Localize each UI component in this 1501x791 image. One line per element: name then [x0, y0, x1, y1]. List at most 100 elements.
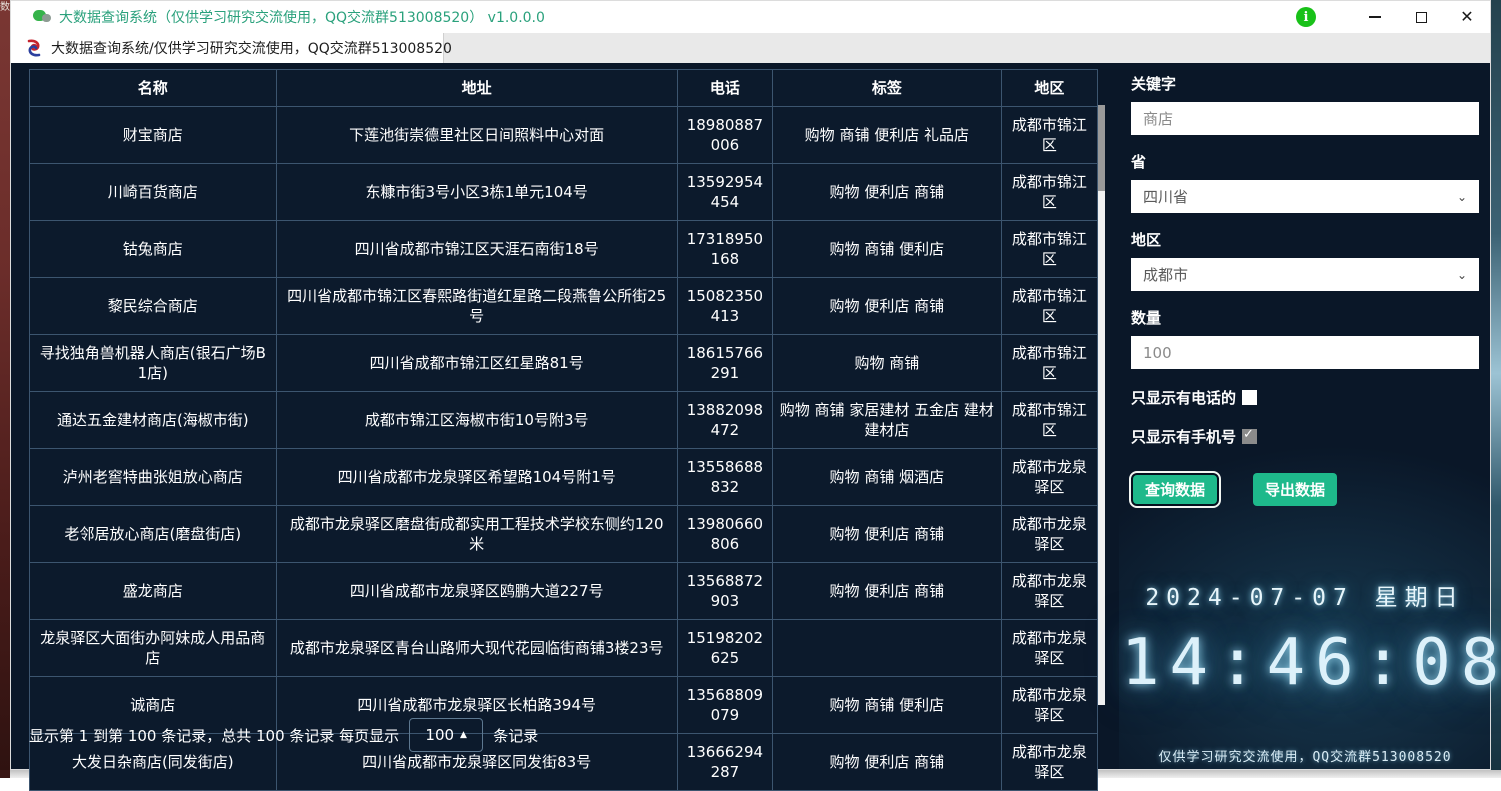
table-cell: 盛龙商店 — [30, 563, 277, 620]
window-title: 大数据查询系统（仅供学习研究交流使用，QQ交流群513008520） v1.0.… — [59, 7, 545, 27]
query-data-button[interactable]: 查询数据 — [1131, 473, 1219, 506]
table-cell: 黎民综合商店 — [30, 278, 277, 335]
table-cell: 18615766291 — [677, 335, 772, 392]
phone-only-label: 只显示有电话的 — [1131, 387, 1236, 408]
table-cell: 购物 便利店 商铺 — [773, 164, 1002, 221]
pagination-unit: 条记录 — [493, 725, 538, 746]
titlebar: 大数据查询系统（仅供学习研究交流使用，QQ交流群513008520） v1.0.… — [11, 1, 1490, 33]
table-cell: 成都市龙泉驿区 — [1001, 506, 1097, 563]
minimize-icon — [1369, 16, 1381, 18]
table-cell: 成都市龙泉驿区 — [1001, 563, 1097, 620]
table-cell: 四川省成都市锦江区天涯石南街18号 — [276, 221, 677, 278]
table-cell: 四川省成都市龙泉驿区鸥鹏大道227号 — [276, 563, 677, 620]
table-row[interactable]: 黎民综合商店四川省成都市锦江区春熙路街道红星路二段燕鲁公所街25号1508235… — [30, 278, 1098, 335]
desktop-icon-label-fragment: 数 — [0, 2, 10, 13]
table-cell: 购物 商铺 便利店 — [773, 677, 1002, 734]
column-header: 地区 — [1001, 70, 1097, 107]
close-button[interactable]: ✕ — [1444, 2, 1490, 32]
table-cell: 四川省成都市锦江区春熙路街道红星路二段燕鲁公所街25号 — [276, 278, 677, 335]
maximize-button[interactable] — [1398, 2, 1444, 32]
desktop-wallpaper-left: 数 — [0, 0, 10, 778]
phone-only-row: 只显示有电话的 — [1131, 387, 1479, 408]
tab-main[interactable]: 大数据查询系统/仅供学习研究交流使用，QQ交流群513008520 — [11, 33, 444, 63]
table-cell: 购物 商铺 便利店 — [773, 221, 1002, 278]
column-header: 标签 — [773, 70, 1002, 107]
app-window: 大数据查询系统（仅供学习研究交流使用，QQ交流群513008520） v1.0.… — [10, 0, 1491, 770]
table-cell: 17318950168 — [677, 221, 772, 278]
table-row[interactable]: 川崎百货商店东糠市街3号小区3栋1单元104号13592954454购物 便利店… — [30, 164, 1098, 221]
table-row[interactable]: 泸州老窖特曲张姐放心商店四川省成都市龙泉驿区希望路104号附1号13558688… — [30, 449, 1098, 506]
table-cell: 成都市龙泉驿区磨盘街成都实用工程技术学校东侧约120米 — [276, 506, 677, 563]
table-cell: 15082350413 — [677, 278, 772, 335]
table-row[interactable]: 龙泉驿区大面街办阿妹成人用品商店成都市龙泉驿区青台山路师大现代花园临街商铺3楼2… — [30, 620, 1098, 677]
table-cell — [773, 620, 1002, 677]
page-size-value: 100 — [425, 726, 454, 744]
table-cell: 购物 商铺 便利店 礼品店 — [773, 107, 1002, 164]
table-cell: 购物 便利店 商铺 — [773, 734, 1002, 791]
table-cell: 成都市龙泉驿区 — [1001, 449, 1097, 506]
desktop-wallpaper-bottom-left — [0, 770, 10, 778]
table-cell: 四川省成都市龙泉驿区希望路104号附1号 — [276, 449, 677, 506]
table-cell: 13666294287 — [677, 734, 772, 791]
mobile-only-checkbox[interactable] — [1242, 429, 1257, 444]
table-cell: 成都市龙泉驿区 — [1001, 677, 1097, 734]
chevron-down-icon: ⌄ — [1457, 268, 1467, 282]
column-header: 名称 — [30, 70, 277, 107]
search-sidebar: 关键字 省 四川省 ⌄ 地区 成都市 ⌄ 数量 只显示有电 — [1119, 63, 1490, 769]
table-cell: 购物 便利店 商铺 — [773, 506, 1002, 563]
table-cell: 13568872903 — [677, 563, 772, 620]
table-cell: 成都市锦江区 — [1001, 107, 1097, 164]
quantity-label: 数量 — [1131, 307, 1479, 328]
keyword-label: 关键字 — [1131, 73, 1479, 94]
close-icon: ✕ — [1460, 9, 1473, 25]
table-cell: 13558688832 — [677, 449, 772, 506]
table-row[interactable]: 盛龙商店四川省成都市龙泉驿区鸥鹏大道227号13568872903购物 便利店 … — [30, 563, 1098, 620]
info-icon[interactable]: i — [1296, 7, 1316, 27]
table-cell: 购物 便利店 商铺 — [773, 563, 1002, 620]
tab-label: 大数据查询系统/仅供学习研究交流使用，QQ交流群513008520 — [51, 38, 452, 58]
mobile-only-row: 只显示有手机号 — [1131, 426, 1479, 447]
table-cell: 龙泉驿区大面街办阿妹成人用品商店 — [30, 620, 277, 677]
export-data-button[interactable]: 导出数据 — [1253, 473, 1337, 506]
maximize-icon — [1416, 12, 1427, 23]
province-select[interactable]: 四川省 ⌄ — [1131, 180, 1479, 213]
table-cell: 成都市锦江区 — [1001, 164, 1097, 221]
minimize-button[interactable] — [1352, 2, 1398, 32]
table-row[interactable]: 通达五金建材商店(海椒市街)成都市锦江区海椒市街10号附3号1388209847… — [30, 392, 1098, 449]
region-select[interactable]: 成都市 ⌄ — [1131, 258, 1479, 291]
region-value: 成都市 — [1143, 264, 1188, 285]
tab-bar: 大数据查询系统/仅供学习研究交流使用，QQ交流群513008520 — [11, 33, 1490, 63]
page-size-select[interactable]: 100 ▲ — [409, 718, 483, 752]
table-cell: 下莲池街崇德里社区日间照料中心对面 — [276, 107, 677, 164]
table-row[interactable]: 财宝商店下莲池街崇德里社区日间照料中心对面18980887006购物 商铺 便利… — [30, 107, 1098, 164]
table-row[interactable]: 老邻居放心商店(磨盘街店)成都市龙泉驿区磨盘街成都实用工程技术学校东侧约120米… — [30, 506, 1098, 563]
pagination-summary: 显示第 1 到第 100 条记录，总共 100 条记录 每页显示 — [29, 725, 399, 746]
clock-date: 2024-07-07 星期日 — [1131, 578, 1479, 612]
table-cell: 东糠市街3号小区3栋1单元104号 — [276, 164, 677, 221]
pagination-bar: 显示第 1 到第 100 条记录，总共 100 条记录 每页显示 100 ▲ 条… — [29, 715, 538, 755]
table-row[interactable]: 寻找独角兽机器人商店(银石广场B1店)四川省成都市锦江区红星路81号186157… — [30, 335, 1098, 392]
table-cell: 成都市龙泉驿区青台山路师大现代花园临街商铺3楼23号 — [276, 620, 677, 677]
app-icon — [33, 8, 51, 26]
table-cell: 成都市锦江区 — [1001, 278, 1097, 335]
table-cell: 成都市锦江区海椒市街10号附3号 — [276, 392, 677, 449]
results-table: 名称地址电话标签地区 财宝商店下莲池街崇德里社区日间照料中心对面18980887… — [29, 69, 1098, 791]
table-cell: 购物 商铺 — [773, 335, 1002, 392]
table-cell: 通达五金建材商店(海椒市街) — [30, 392, 277, 449]
table-cell: 13882098472 — [677, 392, 772, 449]
phone-only-checkbox[interactable] — [1242, 390, 1257, 405]
keyword-input[interactable] — [1131, 102, 1479, 135]
column-header: 电话 — [677, 70, 772, 107]
table-scrollbar[interactable] — [1098, 105, 1105, 705]
table-cell: 成都市龙泉驿区 — [1001, 734, 1097, 791]
scrollbar-thumb[interactable] — [1098, 105, 1105, 191]
table-row[interactable]: 钴兔商店四川省成都市锦江区天涯石南街18号17318950168购物 商铺 便利… — [30, 221, 1098, 278]
quantity-input[interactable] — [1131, 336, 1479, 369]
table-cell: 老邻居放心商店(磨盘街店) — [30, 506, 277, 563]
screen: 数 大数据查询系统（仅供学习研究交流使用，QQ交流群513008520） v1.… — [0, 0, 1501, 778]
sidebar-footer-text: 仅供学习研究交流使用，QQ交流群513008520 — [1131, 746, 1479, 765]
table-cell: 13592954454 — [677, 164, 772, 221]
table-cell: 成都市龙泉驿区 — [1001, 620, 1097, 677]
table-cell: 13980660806 — [677, 506, 772, 563]
table-cell: 寻找独角兽机器人商店(银石广场B1店) — [30, 335, 277, 392]
